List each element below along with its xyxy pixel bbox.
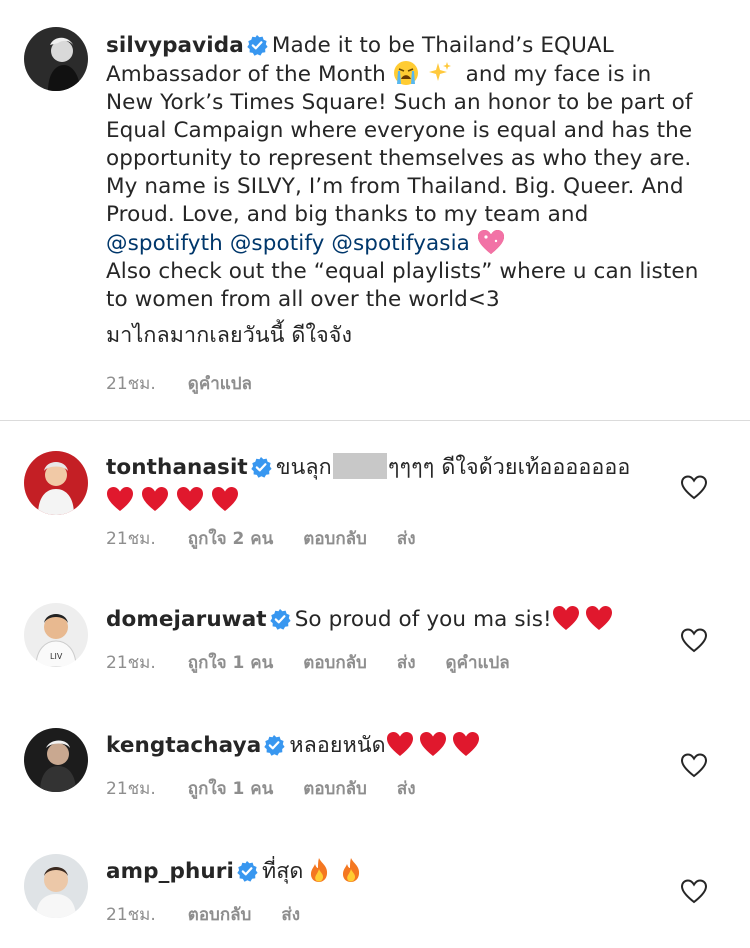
comment-time: 21ชม. <box>106 779 156 799</box>
caption-line: มาไกลมากเลยวันนี้ ดีใจจัง <box>106 323 353 348</box>
avatar-kengtachaya[interactable] <box>24 728 88 792</box>
avatar-domejaruwat[interactable]: LIV <box>24 603 88 667</box>
comment-text: tonthanasit ขนลุก ๆๆๆๆ ดีใจด้วยเท้อออออออ <box>106 453 710 515</box>
sparkling-heart-emoji <box>477 230 504 254</box>
caption-line: Made it to be Thailand’s EQUAL <box>271 33 614 58</box>
caption-line: Ambassador of the Month <box>106 62 386 87</box>
send-button[interactable]: ส่ง <box>397 779 416 799</box>
avatar-amp-phuri[interactable] <box>24 854 88 918</box>
like-button[interactable] <box>680 627 708 655</box>
censored-block <box>332 453 387 479</box>
comment-username[interactable]: kengtachaya <box>106 733 261 758</box>
like-button[interactable] <box>680 474 708 502</box>
caption-line: New York’s Times Square! Such an honor t… <box>106 90 693 115</box>
reply-button[interactable]: ตอบกลับ <box>303 529 367 549</box>
comment-time: 21ชม. <box>106 529 156 549</box>
caption-line: and my face is in <box>465 62 652 87</box>
comment-username[interactable]: domejaruwat <box>106 607 267 632</box>
send-button[interactable]: ส่ง <box>397 653 416 673</box>
verified-badge-icon <box>236 860 258 882</box>
caption-username[interactable]: silvypavida <box>106 33 244 58</box>
avatar-tonthanasit[interactable] <box>24 451 88 515</box>
mention-spotifyth[interactable]: @spotifyth <box>106 231 223 256</box>
fire-emoji <box>342 858 359 882</box>
red-heart-emoji <box>107 487 133 511</box>
red-heart-emoji <box>141 487 168 511</box>
red-heart-emoji <box>211 487 238 511</box>
caption-line: Also check out the “equal playlists” whe… <box>106 259 699 284</box>
mention-spotify[interactable]: @spotify <box>230 231 325 256</box>
send-button[interactable]: ส่ง <box>397 529 416 549</box>
comment-body: ขนลุก <box>275 455 332 480</box>
comment-username[interactable]: amp_phuri <box>106 859 234 884</box>
divider <box>0 420 750 421</box>
verified-badge-icon <box>250 456 272 478</box>
translate-button[interactable]: ดูคำแปล <box>446 653 510 673</box>
comment-meta: 21ชม. ตอบกลับ ส่ง <box>106 901 330 928</box>
avatar-silvypavida[interactable] <box>24 27 88 91</box>
translate-button[interactable]: ดูคำแปล <box>188 374 252 394</box>
red-heart-emoji <box>552 606 579 630</box>
red-heart-emoji <box>386 732 413 756</box>
red-heart-emoji <box>452 732 479 756</box>
caption-line: Equal Campaign where everyone is equal a… <box>106 118 693 143</box>
verified-badge-icon <box>263 734 286 756</box>
caption-line: to women from all over the world<3 <box>106 287 500 312</box>
comment-body: ที่สุด <box>261 859 304 884</box>
like-button[interactable] <box>680 878 708 906</box>
comment-username[interactable]: tonthanasit <box>106 455 248 480</box>
likes-count[interactable]: ถูกใจ 1 คน <box>188 653 274 673</box>
comment-time: 21ชม. <box>106 653 156 673</box>
caption-line: opportunity to represent themselves as w… <box>106 146 692 171</box>
comment-meta: 21ชม. ถูกใจ 1 คน ตอบกลับ ส่ง ดูคำแปล <box>106 649 540 676</box>
caption-text: silvypavida Made it to be Thailand’s EQUA… <box>106 32 710 350</box>
mention-spotifyasia[interactable]: @spotifyasia <box>331 231 470 256</box>
comment-body: So proud of you ma sis! <box>294 607 552 632</box>
verified-badge-icon <box>246 34 268 56</box>
red-heart-emoji <box>419 732 446 756</box>
red-heart-emoji <box>585 606 612 630</box>
caption-line: Proud. Love, and big thanks to my team a… <box>106 202 589 227</box>
comment-text: amp_phuri ที่สุด <box>106 857 710 886</box>
caption-line: My name is SILVY, I’m from Thailand. Big… <box>106 174 684 199</box>
send-button[interactable]: ส่ง <box>281 905 300 925</box>
sparkles-emoji <box>428 62 451 81</box>
comment-meta: 21ชม. ถูกใจ 2 คน ตอบกลับ ส่ง <box>106 525 446 552</box>
reply-button[interactable]: ตอบกลับ <box>188 905 252 925</box>
reply-button[interactable]: ตอบกลับ <box>303 653 367 673</box>
verified-badge-icon <box>268 608 291 630</box>
caption-meta: 21ชม. ดูคำแปล <box>106 370 282 397</box>
crying-face-emoji <box>393 61 418 85</box>
caption-time: 21ชม. <box>106 374 156 394</box>
like-button[interactable] <box>680 752 708 780</box>
likes-count[interactable]: ถูกใจ 2 คน <box>188 529 274 549</box>
comment-text: kengtachaya หลอยหนัด <box>106 731 710 760</box>
comment-meta: 21ชม. ถูกใจ 1 คน ตอบกลับ ส่ง <box>106 775 446 802</box>
fire-emoji <box>310 858 327 882</box>
comment-body: ๆๆๆๆ ดีใจด้วยเท้อออออออ <box>387 455 631 480</box>
comment-body: หลอยหนัด <box>289 733 386 758</box>
comment-text: domejaruwat So proud of you ma sis! <box>106 605 710 634</box>
red-heart-emoji <box>176 487 203 511</box>
reply-button[interactable]: ตอบกลับ <box>303 779 367 799</box>
comment-time: 21ชม. <box>106 905 156 925</box>
svg-text:LIV: LIV <box>50 652 63 661</box>
likes-count[interactable]: ถูกใจ 1 คน <box>188 779 274 799</box>
